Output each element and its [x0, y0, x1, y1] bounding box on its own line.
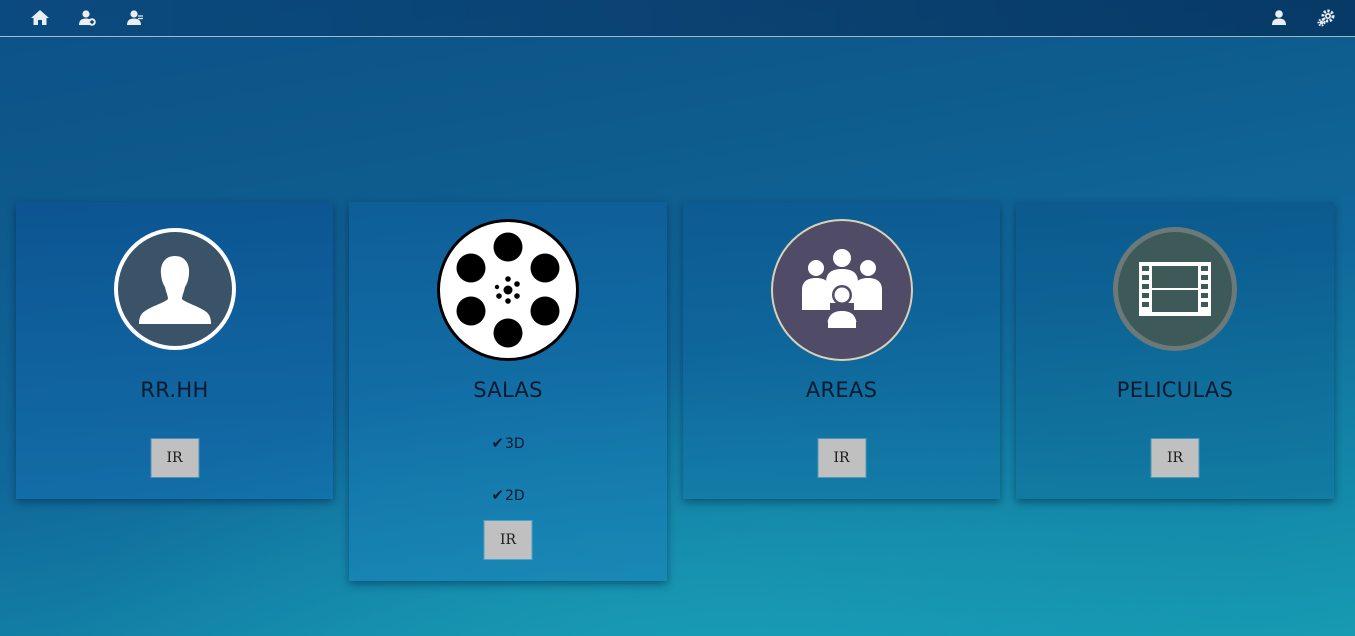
- option-label: 3D: [504, 436, 525, 452]
- film-reel-icon: [436, 218, 580, 362]
- check-icon: ✔: [491, 486, 504, 504]
- card-title: PELICULAS: [1116, 378, 1234, 402]
- film-strip-icon: [1112, 226, 1238, 352]
- group-icon: [770, 218, 914, 362]
- card-title: AREAS: [805, 378, 878, 402]
- ir-button-areas[interactable]: IR: [818, 439, 865, 477]
- ir-button-rrhh[interactable]: IR: [151, 439, 198, 477]
- card-areas: AREAS IR: [683, 202, 1000, 499]
- user-add-icon[interactable]: [77, 8, 97, 28]
- option-3d: ✔3D: [349, 434, 667, 452]
- option-label: 2D: [504, 488, 525, 504]
- ir-button-peliculas[interactable]: IR: [1151, 439, 1199, 477]
- settings-icon[interactable]: [1316, 8, 1336, 28]
- card-title: RR.HH: [140, 378, 209, 402]
- user-icon[interactable]: [1269, 8, 1289, 28]
- users-icon[interactable]: [125, 8, 145, 28]
- card-salas: SALAS ✔3D ✔2D IR: [349, 202, 667, 581]
- card-peliculas: PELICULAS IR: [1016, 202, 1334, 499]
- card-rrhh: RR.HH IR: [16, 202, 333, 499]
- ir-button-salas[interactable]: IR: [484, 521, 532, 559]
- person-silhouette-icon: [112, 226, 238, 352]
- card-title: SALAS: [473, 378, 543, 402]
- option-2d: ✔2D: [349, 486, 667, 504]
- top-navbar: [0, 0, 1355, 37]
- check-icon: ✔: [491, 434, 504, 452]
- home-icon[interactable]: [30, 8, 50, 28]
